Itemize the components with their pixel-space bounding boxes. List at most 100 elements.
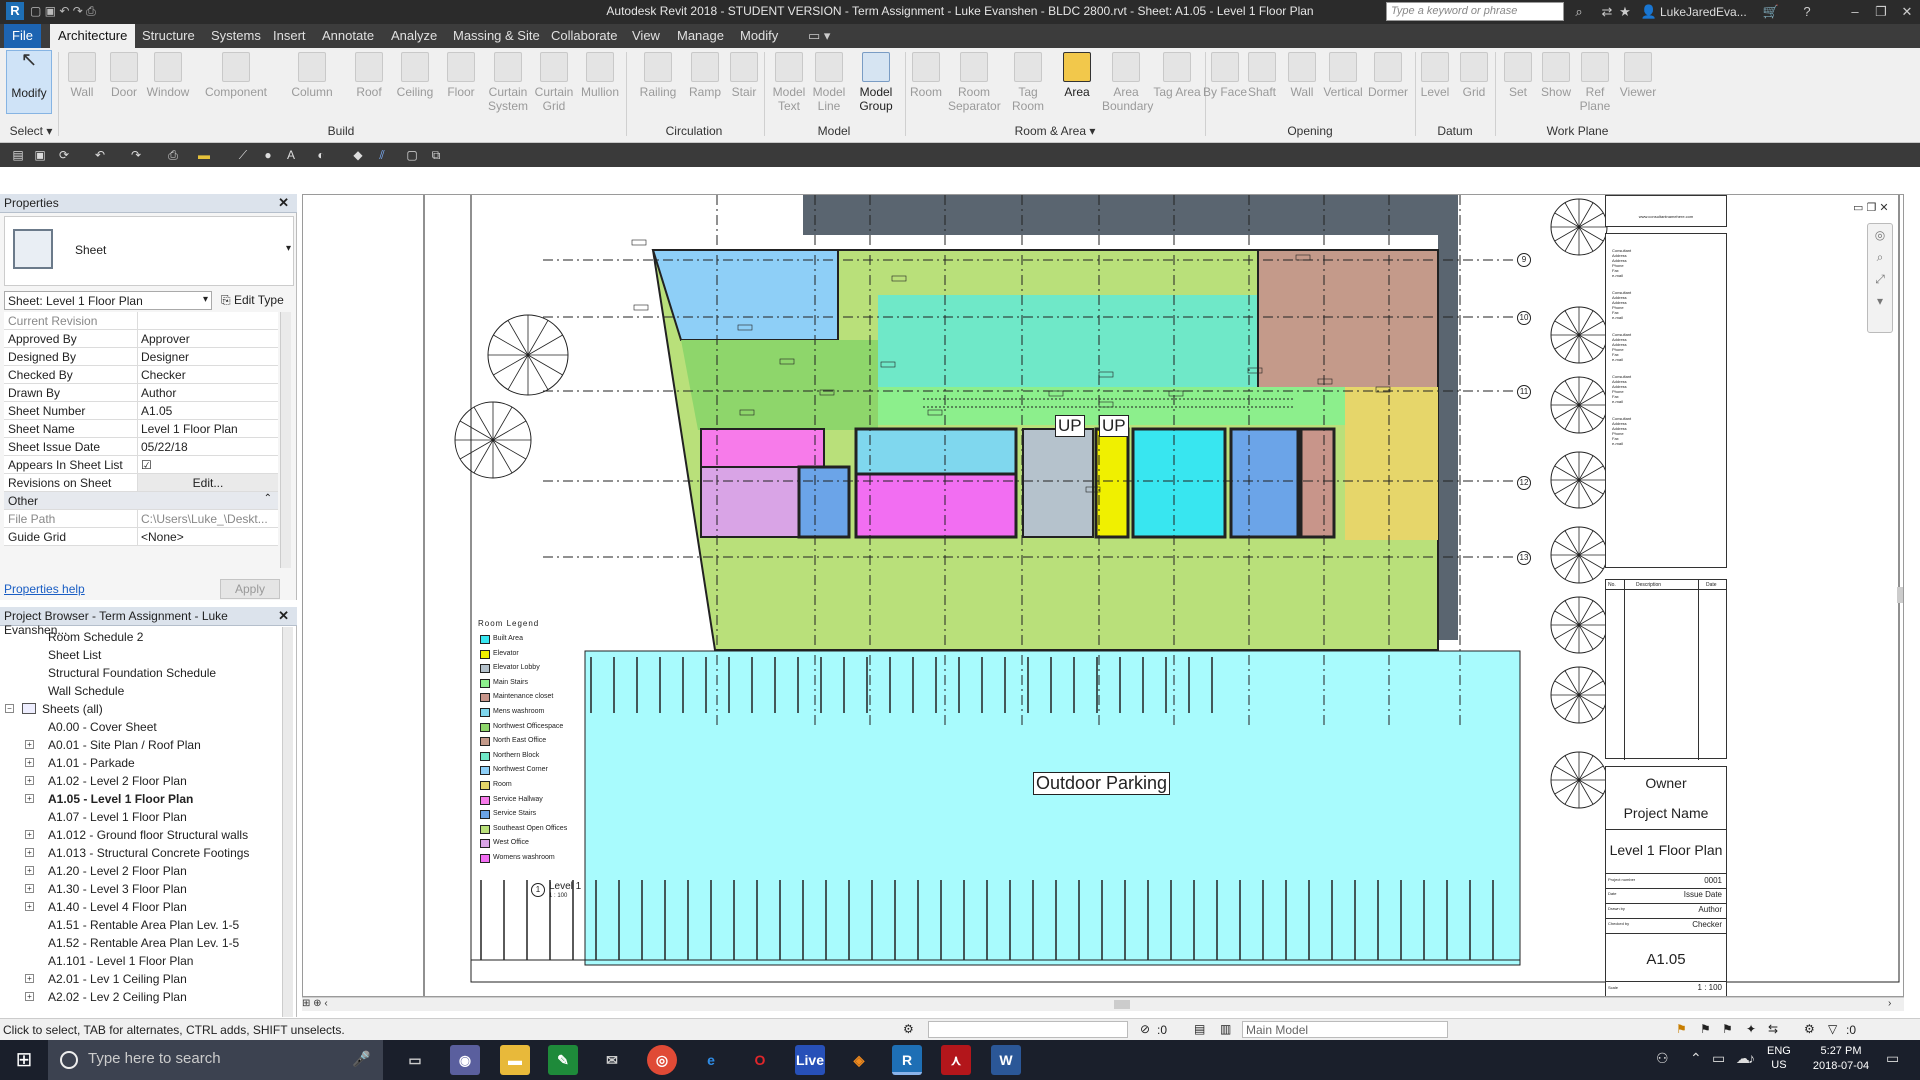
tab-view[interactable]: View [624, 24, 668, 48]
prop-value[interactable]: Designer [137, 348, 278, 365]
tab-file[interactable]: File [4, 24, 41, 48]
model-group-button[interactable]: Model Group [852, 50, 900, 113]
file-explorer-icon[interactable]: ▬ [500, 1045, 530, 1075]
expand-icon[interactable]: + [25, 866, 34, 875]
live-app-icon[interactable]: Live [795, 1045, 825, 1075]
prop-value[interactable]: Approver [137, 330, 278, 347]
sync-icon[interactable]: ⟳ [56, 147, 72, 163]
expand-icon[interactable]: + [25, 992, 34, 1001]
expand-icon[interactable]: + [25, 776, 34, 785]
app-icon-1[interactable]: ◉ [450, 1045, 480, 1075]
close-window-icon[interactable]: ✕ [1898, 3, 1916, 21]
scroll-right-icon[interactable]: › [1888, 998, 1891, 1009]
drawing-canvas[interactable]: Outdoor Parking UP UP Level 1 1 : 100 1 … [302, 194, 1904, 997]
redo-icon[interactable]: ↷ [128, 147, 144, 163]
browser-scrollbar[interactable] [282, 627, 293, 1017]
properties-scrollbar[interactable] [280, 312, 291, 568]
collapse-icon[interactable]: − [5, 704, 14, 713]
tag-area-button[interactable]: Tag Area [1153, 50, 1201, 99]
select-links-icon[interactable]: ⚑ [1676, 1022, 1687, 1036]
roof-button[interactable]: Roof [345, 50, 393, 99]
user-account[interactable]: LukeJaredEva... [1660, 5, 1747, 19]
microphone-icon[interactable]: 🎤 [352, 1050, 371, 1068]
canvas-horizontal-scrollbar[interactable]: ⊞ ⊕ ‹ › [302, 997, 1904, 1011]
tab-structure[interactable]: Structure [134, 24, 203, 48]
area-boundary-button[interactable]: Area Boundary [1102, 50, 1153, 113]
horizontal-scroll-thumb[interactable] [1114, 1000, 1130, 1009]
prop-group-other[interactable]: Other ⌃ [4, 492, 278, 510]
expand-icon[interactable]: + [25, 758, 34, 767]
expand-icon[interactable]: + [25, 884, 34, 893]
close-icon[interactable]: ✕ [278, 195, 289, 211]
filter-icon[interactable]: ▽ [1828, 1022, 1837, 1036]
tab-collaborate[interactable]: Collaborate [543, 24, 626, 48]
tab-systems[interactable]: Systems [203, 24, 269, 48]
instance-filter-dropdown[interactable]: Sheet: Level 1 Floor Plan ▾ [4, 291, 212, 310]
tray-chevron-icon[interactable]: ⌃ [1690, 1050, 1702, 1067]
cart-icon[interactable]: 🛒 [1762, 3, 1780, 21]
people-icon[interactable]: ⚇ [1656, 1050, 1669, 1067]
area-button[interactable]: Area [1053, 50, 1101, 99]
subscription-icon[interactable]: ⇄ [1598, 3, 1616, 21]
section-icon[interactable]: ◆ [350, 147, 366, 163]
expand-icon[interactable]: + [25, 848, 34, 857]
background-processes-icon[interactable]: ⚙ [1804, 1022, 1815, 1036]
notifications-icon[interactable]: ▭ [1886, 1050, 1899, 1067]
stair-button[interactable]: Stair [720, 50, 768, 99]
thin-lines-icon[interactable]: ⫽ [374, 147, 390, 163]
window-button[interactable]: Window [144, 50, 192, 99]
component-button[interactable]: Component [204, 50, 268, 99]
ribbon-options-icon[interactable]: ▭ ▾ [800, 24, 838, 48]
switch-windows-icon[interactable]: ⧉ [428, 147, 444, 163]
word-icon[interactable]: W [991, 1045, 1021, 1075]
print-icon[interactable]: ⎙ [165, 147, 181, 163]
close-icon[interactable]: ✕ [278, 608, 289, 624]
dimension-icon[interactable]: ⟋ [235, 147, 251, 163]
text-icon[interactable]: A [283, 147, 299, 163]
undo-icon[interactable]: ↶ [92, 147, 108, 163]
design-options-active-icon[interactable]: ▥ [1220, 1022, 1231, 1036]
select-by-face-icon[interactable]: ✦ [1746, 1022, 1756, 1036]
room-separator-button[interactable]: Room Separator [948, 50, 1001, 113]
minimize-icon[interactable]: – [1846, 3, 1864, 21]
expand-icon[interactable]: + [25, 794, 34, 803]
ceiling-button[interactable]: Ceiling [391, 50, 439, 99]
prop-value[interactable]: Author [137, 384, 278, 401]
edit-revisions-button[interactable]: Edit... [137, 474, 278, 491]
modify-button[interactable]: ↖ Modify [6, 50, 52, 114]
view-control-icons[interactable]: ⊞ ⊕ ‹ [302, 998, 328, 1009]
vertical-scroll-thumb[interactable] [1897, 587, 1903, 603]
apply-button[interactable]: Apply [220, 579, 280, 599]
tag-icon[interactable]: ● [260, 147, 276, 163]
binoculars-icon[interactable]: ⌕ [1570, 3, 1588, 21]
select-panel-label[interactable]: Select ▾ [6, 124, 56, 138]
room-area-panel-label[interactable]: Room & Area ▾ [905, 124, 1205, 138]
design-option-dropdown[interactable]: Main Model [1242, 1021, 1448, 1038]
workset-icon[interactable]: ⚙ [903, 1022, 914, 1036]
floor-button[interactable]: Floor [437, 50, 485, 99]
close-hidden-icon[interactable]: ▢ [404, 147, 420, 163]
tab-insert[interactable]: Insert [265, 24, 314, 48]
blender-icon[interactable]: ◈ [844, 1045, 874, 1075]
prop-value[interactable]: 05/22/18 [137, 438, 278, 455]
grid-button[interactable]: Grid [1450, 50, 1498, 99]
prop-value[interactable]: A1.05 [137, 402, 278, 419]
restore-icon[interactable]: ❐ [1872, 3, 1890, 21]
appears-in-list-checkbox[interactable]: ☑ [137, 456, 278, 473]
navigation-bar[interactable]: ◎ ⌕ ⤢ ▾ [1867, 223, 1893, 333]
design-options-icon[interactable]: ▤ [1194, 1022, 1205, 1036]
edge-icon[interactable]: e [696, 1045, 726, 1075]
tab-analyze[interactable]: Analyze [383, 24, 445, 48]
curtain-system-button[interactable]: Curtain System [484, 50, 532, 113]
edit-type-button[interactable]: ⎘ Edit Type [218, 291, 287, 310]
expand-icon[interactable]: + [25, 902, 34, 911]
select-pinned-icon[interactable]: ⚑ [1722, 1022, 1733, 1036]
3d-view-icon[interactable]: ◐ [313, 147, 329, 163]
help-search-input[interactable]: Type a keyword or phrase [1386, 2, 1564, 21]
vertical-button[interactable]: Vertical [1319, 50, 1367, 99]
opera-icon[interactable]: O [745, 1045, 775, 1075]
wall-button[interactable]: Wall [58, 50, 106, 99]
tab-modify[interactable]: Modify [732, 24, 786, 48]
prop-value[interactable]: Level 1 Floor Plan [137, 420, 278, 437]
select-underlay-icon[interactable]: ⚑ [1700, 1022, 1711, 1036]
